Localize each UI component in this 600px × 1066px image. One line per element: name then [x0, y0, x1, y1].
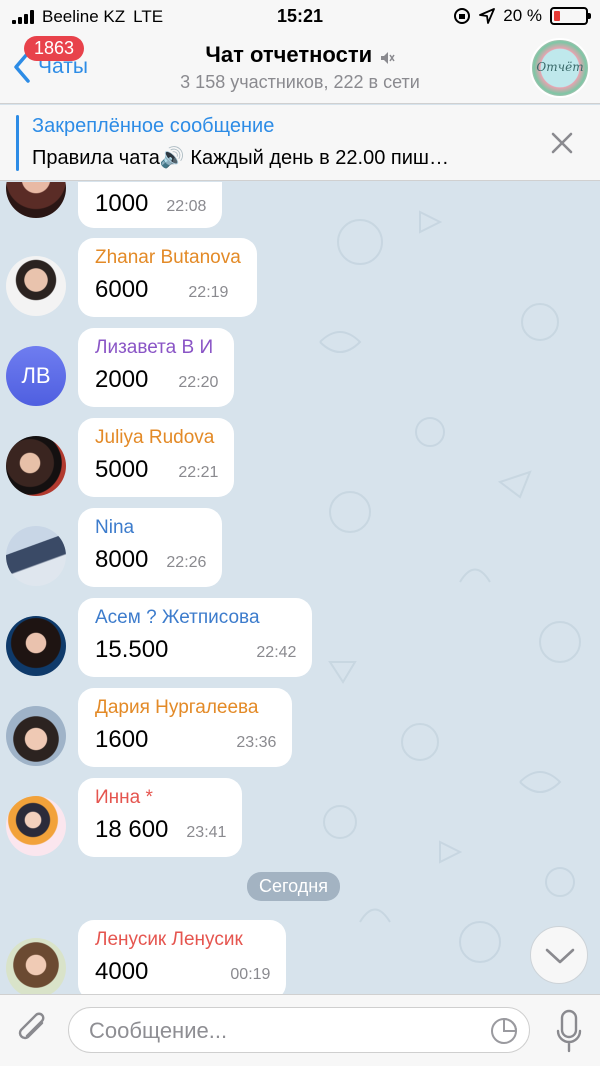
- chat-title: Чат отчетности: [205, 42, 373, 67]
- message-bubble[interactable]: 1000 22:08: [78, 182, 223, 228]
- sender-name[interactable]: Juliya Rudova: [95, 426, 218, 450]
- unread-badge: 1863: [24, 36, 85, 61]
- group-avatar[interactable]: Отчёт: [530, 38, 590, 98]
- message-text: 2000 22:20: [95, 366, 219, 393]
- chat-header: Чаты 1863 Чат отчетности 3 158 участнико…: [0, 34, 600, 104]
- message-bubble[interactable]: Juliya Rudova 5000 22:21: [78, 418, 235, 497]
- status-bar: Beeline KZ LTE 15:21 20 %: [0, 0, 600, 34]
- sender-name[interactable]: Nina: [95, 516, 206, 540]
- sender-name[interactable]: Асем ? Жетписова: [95, 606, 296, 630]
- message-time: 00:19: [230, 966, 271, 983]
- message-bubble[interactable]: Асем ? Жетписова 15.500 22:42: [78, 598, 313, 677]
- rotation-lock-icon: [454, 8, 471, 24]
- message-text: 5000 22:21: [95, 456, 219, 483]
- message-text: 1000 22:08: [95, 190, 207, 217]
- close-icon[interactable]: [548, 129, 576, 157]
- chat-subtitle: 3 158 участников, 222 в сети: [180, 72, 420, 92]
- pinned-title: Закреплённое сообщение: [32, 115, 275, 137]
- composer-bar: [0, 994, 600, 1066]
- message-text: 1600 23:36: [95, 726, 277, 753]
- pinned-message[interactable]: Закреплённое сообщение Правила чата🔊 Каж…: [0, 105, 600, 181]
- avatar[interactable]: [6, 706, 66, 766]
- pinned-text: Правила чата🔊 Каждый день в 22.00 пиш…: [32, 147, 449, 169]
- mute-icon: [380, 51, 395, 64]
- message-bubble[interactable]: Инна * 18 600 23:41: [78, 778, 243, 857]
- avatar[interactable]: [6, 796, 66, 856]
- sender-name[interactable]: Инна *: [95, 786, 226, 810]
- message-input[interactable]: [89, 1016, 469, 1046]
- sender-name[interactable]: Лизавета В И: [95, 336, 218, 360]
- sticker-icon[interactable]: [489, 1016, 519, 1046]
- message-input-wrapper[interactable]: [68, 1007, 530, 1053]
- paperclip-icon[interactable]: [14, 1011, 52, 1049]
- pinned-accent-bar: [16, 115, 19, 171]
- scroll-down-button[interactable]: [530, 926, 588, 984]
- battery-icon: [550, 7, 591, 25]
- date-separator: Сегодня: [247, 872, 340, 901]
- message-text: 4000 00:19: [95, 958, 271, 985]
- avatar[interactable]: [6, 526, 66, 586]
- message-time: 22:26: [166, 554, 207, 571]
- message-text: 15.500 22:42: [95, 636, 297, 663]
- message-text: 8000 22:26: [95, 546, 207, 573]
- group-avatar-text: Отчёт: [536, 60, 584, 74]
- message-time: 22:20: [178, 374, 219, 391]
- message-time: 22:21: [178, 464, 219, 481]
- message-time: 23:41: [186, 824, 227, 841]
- message-bubble[interactable]: Ленусик Ленусик 4000 00:19: [78, 920, 287, 994]
- message-bubble[interactable]: Nina 8000 22:26: [78, 508, 223, 587]
- avatar[interactable]: ЛВ: [6, 346, 66, 406]
- avatar[interactable]: [6, 256, 66, 316]
- avatar[interactable]: [6, 436, 66, 496]
- location-icon: [479, 8, 496, 24]
- message-text: 18 600 23:41: [95, 816, 227, 843]
- avatar[interactable]: [6, 616, 66, 676]
- sender-name[interactable]: Zhanar Butanova: [95, 246, 241, 270]
- message-bubble[interactable]: Лизавета В И 2000 22:20: [78, 328, 235, 407]
- message-time: 23:36: [236, 734, 277, 751]
- message-text: 6000 22:19: [95, 276, 229, 303]
- sender-name[interactable]: Дария Нургалеева: [95, 696, 276, 720]
- message-time: 22:42: [256, 644, 297, 661]
- microphone-icon[interactable]: [556, 1009, 582, 1053]
- message-time: 22:08: [166, 198, 207, 215]
- chevron-down-icon: [545, 948, 575, 964]
- avatar[interactable]: [6, 938, 66, 994]
- chat-title-area[interactable]: Чат отчетности 3 158 участников, 222 в с…: [120, 42, 480, 93]
- message-bubble[interactable]: Дария Нургалеева 1600 23:36: [78, 688, 293, 767]
- sender-name[interactable]: Ленусик Ленусик: [95, 928, 270, 952]
- message-list[interactable]: 1000 22:08 Zhanar Butanova 6000 22:19 ЛВ Л…: [0, 182, 600, 994]
- status-right: 20 %: [453, 6, 591, 26]
- message-bubble[interactable]: Zhanar Butanova 6000 22:19: [78, 238, 257, 317]
- message-time: 22:19: [188, 284, 229, 301]
- avatar-initials: ЛВ: [21, 363, 51, 388]
- battery-percent: 20 %: [503, 6, 542, 25]
